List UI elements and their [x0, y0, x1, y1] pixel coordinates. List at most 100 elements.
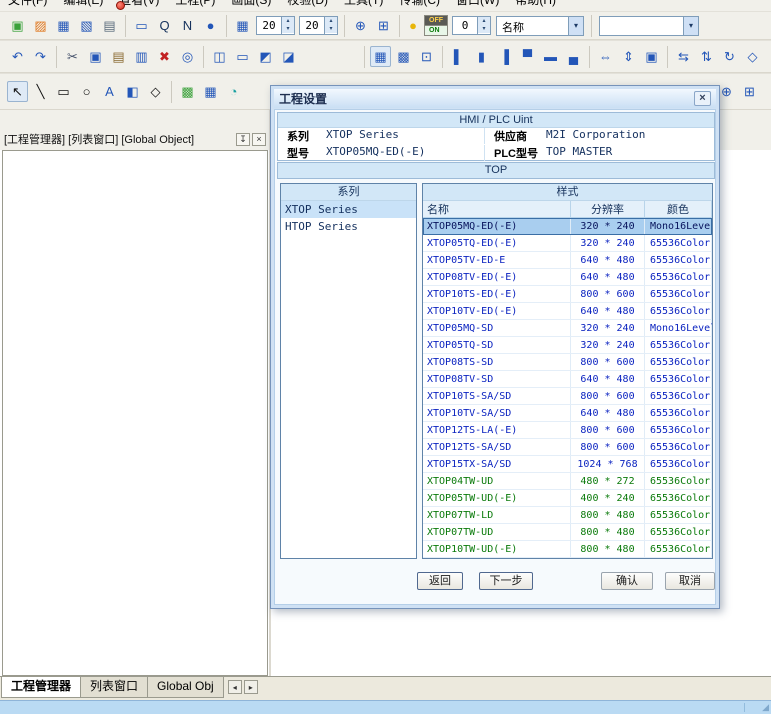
same-width-icon[interactable]: ⇔ — [595, 46, 616, 67]
cancel-button[interactable]: 取消 — [665, 572, 715, 590]
spin-down-icon[interactable]: ▾ — [325, 25, 337, 33]
zoom-fit-tool-icon[interactable]: ⊞ — [739, 81, 760, 102]
panel-tab[interactable]: 工程管理器 — [1, 677, 81, 698]
menu-item[interactable]: 编辑(E) — [55, 0, 111, 11]
align-center-h-icon[interactable]: ▮ — [471, 46, 492, 67]
spin-down-icon[interactable]: ▾ — [478, 25, 490, 33]
spin-up-icon[interactable]: ▴ — [478, 17, 490, 25]
dialog-title-bar[interactable]: 工程设置 × — [274, 89, 716, 108]
table-row[interactable]: XTOP05MQ-SD 320 * 240 Mono16Level — [423, 320, 712, 337]
close-icon[interactable]: × — [252, 133, 266, 146]
paste-icon[interactable]: ▤ — [108, 46, 129, 67]
menu-item[interactable]: 画面(S) — [223, 0, 279, 11]
name-combobox[interactable]: 名称 ▾ — [496, 16, 584, 36]
simulator-icon[interactable]: ▭ — [131, 15, 152, 36]
table-row[interactable]: XTOP05TQ-SD 320 * 240 65536Color — [423, 337, 712, 354]
table-row[interactable]: XTOP07TW-LD 800 * 480 65536Color — [423, 507, 712, 524]
spin-down-icon[interactable]: ▾ — [282, 25, 294, 33]
bring-front-icon[interactable]: ◩ — [255, 46, 276, 67]
table-row[interactable]: XTOP12TS-SA/SD 800 * 600 65536Color — [423, 439, 712, 456]
table-row[interactable]: XTOP10TS-ED(-E) 800 * 600 65536Color — [423, 286, 712, 303]
grid-toggle-icon[interactable]: ▦ — [370, 46, 391, 67]
align-right-icon[interactable]: ▐ — [494, 46, 515, 67]
table-tool-icon[interactable]: ▦ — [200, 81, 221, 102]
back-button[interactable]: 返回 — [417, 572, 463, 590]
chevron-down-icon[interactable]: ▾ — [568, 17, 583, 35]
align-bottom-icon[interactable]: ▄ — [563, 46, 584, 67]
table-row[interactable]: XTOP08TS-SD 800 * 600 65536Color — [423, 354, 712, 371]
table-row[interactable]: XTOP04TW-UD 480 * 272 65536Color — [423, 473, 712, 490]
tab-scroll-right-icon[interactable]: ▸ — [244, 680, 258, 694]
delete-icon[interactable]: ✖ — [154, 46, 175, 67]
table-row[interactable]: XTOP08TV-SD 640 * 480 65536Color — [423, 371, 712, 388]
column-header-color[interactable]: 颜色 — [645, 201, 712, 217]
object-library-icon[interactable]: ● — [200, 15, 221, 36]
special-paste-icon[interactable]: ▥ — [131, 46, 152, 67]
undo-icon[interactable]: ↶ — [7, 46, 28, 67]
group-icon[interactable]: ◫ — [209, 46, 230, 67]
table-row[interactable]: XTOP07TW-UD 800 * 480 65536Color — [423, 524, 712, 541]
table-row[interactable]: XTOP08TV-ED(-E) 640 * 480 65536Color — [423, 269, 712, 286]
table-row[interactable]: XTOP12TS-LA(-E) 800 * 600 65536Color — [423, 422, 712, 439]
send-back-icon[interactable]: ◪ — [278, 46, 299, 67]
save-icon[interactable]: ▦ — [53, 15, 74, 36]
align-left-icon[interactable]: ▌ — [448, 46, 469, 67]
next-button[interactable]: 下一步 — [479, 572, 533, 590]
select-tool-icon[interactable]: ↖ — [7, 81, 28, 102]
secondary-combobox[interactable]: ▾ — [599, 16, 699, 36]
export-icon[interactable]: ▧ — [76, 15, 97, 36]
polygon-tool-icon[interactable]: ◇ — [145, 81, 166, 102]
rect-tool-icon[interactable]: ▭ — [53, 81, 74, 102]
meter-tool-icon[interactable]: ◔ — [223, 81, 244, 102]
find-icon[interactable]: ◎ — [177, 46, 198, 67]
copy-icon[interactable]: ▣ — [85, 46, 106, 67]
ungroup-icon[interactable]: ▭ — [232, 46, 253, 67]
pin-icon[interactable]: ↧ — [236, 133, 250, 146]
project-manager-panel[interactable] — [2, 150, 268, 676]
preview-icon[interactable]: Q — [154, 15, 175, 36]
tab-scroll-left-icon[interactable]: ◂ — [228, 680, 242, 694]
table-row[interactable]: XTOP10TW-UD(-E) 800 * 480 65536Color — [423, 541, 712, 558]
ellipse-tool-icon[interactable]: ○ — [76, 81, 97, 102]
zoom-area-icon[interactable]: ⊞ — [373, 15, 394, 36]
redo-icon[interactable]: ↷ — [30, 46, 51, 67]
menu-item[interactable]: 工程(P) — [167, 0, 223, 11]
print-icon[interactable]: ▤ — [99, 15, 120, 36]
text-tool-icon[interactable]: A — [99, 81, 120, 102]
image-tool-icon[interactable]: ▩ — [177, 81, 198, 102]
grid-settings-icon[interactable]: ▦ — [232, 15, 253, 36]
table-row[interactable]: XTOP10TV-ED(-E) 640 * 480 65536Color — [423, 303, 712, 320]
line-tool-icon[interactable]: ╲ — [30, 81, 51, 102]
spin-up-icon[interactable]: ▴ — [325, 17, 337, 25]
series-list-item[interactable]: HTOP Series — [281, 218, 416, 235]
panel-tab[interactable]: 列表窗口 — [80, 677, 148, 698]
menu-item[interactable]: 帮助(H) — [507, 0, 564, 11]
menu-item[interactable]: 传输(C) — [391, 0, 448, 11]
snap-grid-icon[interactable]: ▩ — [393, 46, 414, 67]
align-top-icon[interactable]: ▀ — [517, 46, 538, 67]
flip-vertical-icon[interactable]: ⇅ — [696, 46, 717, 67]
chevron-down-icon[interactable]: ▾ — [683, 17, 698, 35]
blink-stepper[interactable]: 0 ▴▾ — [452, 16, 491, 35]
blink-toggle[interactable]: OFF ON — [424, 15, 448, 36]
resize-grip-icon[interactable]: ◢ — [762, 702, 769, 713]
confirm-button[interactable]: 确认 — [601, 572, 653, 590]
grid-height-stepper[interactable]: 20 ▴▾ — [299, 16, 338, 35]
table-row[interactable]: XTOP05TW-UD(-E) 400 * 240 65536Color — [423, 490, 712, 507]
series-list-item[interactable]: XTOP Series — [281, 201, 416, 218]
table-row[interactable]: XTOP10TV-SA/SD 640 * 480 65536Color — [423, 405, 712, 422]
spin-up-icon[interactable]: ▴ — [282, 17, 294, 25]
grid-width-stepper[interactable]: 20 ▴▾ — [256, 16, 295, 35]
same-height-icon[interactable]: ⇕ — [618, 46, 639, 67]
align-middle-icon[interactable]: ▬ — [540, 46, 561, 67]
panel-tab[interactable]: Global Obj — [147, 677, 224, 698]
guide-icon[interactable]: ⊡ — [416, 46, 437, 67]
fill-tool-icon[interactable]: ◧ — [122, 81, 143, 102]
same-size-icon[interactable]: ▣ — [641, 46, 662, 67]
menu-item[interactable]: 文件(F) — [0, 0, 55, 11]
transform-icon[interactable]: ◇ — [742, 46, 763, 67]
table-row[interactable]: XTOP10TS-SA/SD 800 * 600 65536Color — [423, 388, 712, 405]
table-row[interactable]: XTOP15TX-SA/SD 1024 * 768 65536Color — [423, 456, 712, 473]
table-row[interactable]: XTOP05TV-ED-E 640 * 480 65536Color — [423, 252, 712, 269]
font-manager-icon[interactable]: N — [177, 15, 198, 36]
